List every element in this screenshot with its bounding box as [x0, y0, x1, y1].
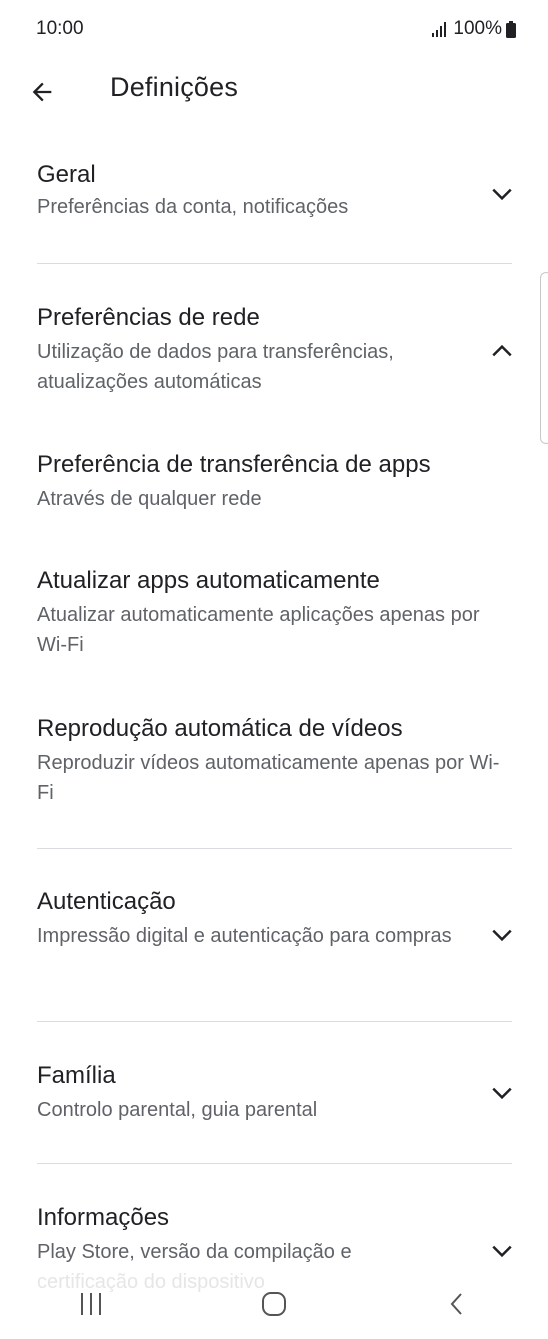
divider: [37, 1163, 512, 1164]
app-bar: Definições: [0, 60, 548, 120]
section-familia[interactable]: Família Controlo parental, guia parental: [0, 1061, 548, 1131]
setting-title: Atualizar apps automaticamente: [37, 567, 380, 594]
setting-title: Preferência de transferência de apps: [37, 451, 431, 478]
back-button[interactable]: [22, 72, 62, 112]
scroll-handle[interactable]: [540, 272, 548, 444]
status-time: 10:00: [36, 18, 84, 39]
section-rede-subtitle: Utilização de dados para transferências,…: [37, 341, 394, 393]
setting-reproducao-videos[interactable]: Reprodução automática de vídeos Reproduz…: [0, 714, 548, 814]
status-bar: 10:00 100%: [0, 0, 548, 60]
nav-back-icon: [450, 1293, 462, 1315]
nav-home-button[interactable]: [244, 1279, 304, 1329]
nav-recents-button[interactable]: [61, 1279, 121, 1329]
chevron-up-icon: [486, 335, 518, 367]
status-right: 100%: [431, 18, 516, 40]
system-nav-bar: [0, 1276, 548, 1332]
battery-icon: [506, 20, 516, 38]
home-icon: [261, 1292, 286, 1316]
section-autenticacao[interactable]: Autenticação Impressão digital e autenti…: [0, 887, 548, 987]
section-geral[interactable]: Geral Preferências da conta, notificaçõe…: [0, 160, 548, 240]
setting-subtitle: Através de qualquer rede: [37, 488, 262, 510]
section-rede-title: Preferências de rede: [37, 304, 260, 331]
section-informacoes-subtitle: Play Store, versão da compilação e: [37, 1241, 352, 1263]
nav-back-button[interactable]: [427, 1279, 487, 1329]
setting-transferencia-apps[interactable]: Preferência de transferência de apps Atr…: [0, 450, 548, 520]
setting-subtitle: Reproduzir vídeos automaticamente apenas…: [37, 752, 500, 804]
section-autenticacao-title: Autenticação: [37, 888, 176, 915]
signal-icon: [432, 22, 447, 37]
divider: [37, 263, 512, 264]
setting-atualizar-apps[interactable]: Atualizar apps automaticamente Atualizar…: [0, 566, 548, 666]
battery-percentage: 100%: [453, 18, 502, 39]
section-familia-title: Família: [37, 1062, 116, 1089]
section-familia-subtitle: Controlo parental, guia parental: [37, 1099, 318, 1121]
setting-subtitle: Atualizar automaticamente aplicações ape…: [37, 604, 480, 656]
chevron-down-icon: [486, 1235, 518, 1267]
page-title: Definições: [110, 72, 239, 102]
section-autenticacao-subtitle: Impressão digital e autenticação para co…: [37, 925, 452, 947]
section-informacoes-title: Informações: [37, 1204, 170, 1231]
divider: [37, 848, 512, 849]
divider: [37, 1021, 512, 1022]
chevron-down-icon: [486, 1077, 518, 1109]
setting-title: Reprodução automática de vídeos: [37, 715, 403, 742]
section-geral-subtitle: Preferências da conta, notificações: [37, 196, 349, 218]
section-rede[interactable]: Preferências de rede Utilização de dados…: [0, 303, 548, 403]
recents-icon: [81, 1293, 102, 1315]
chevron-down-icon: [486, 178, 518, 210]
section-geral-title: Geral: [37, 161, 96, 188]
section-informacoes[interactable]: Informações Play Store, versão da compil…: [0, 1203, 548, 1293]
chevron-down-icon: [486, 919, 518, 951]
arrow-left-icon: [32, 82, 52, 102]
